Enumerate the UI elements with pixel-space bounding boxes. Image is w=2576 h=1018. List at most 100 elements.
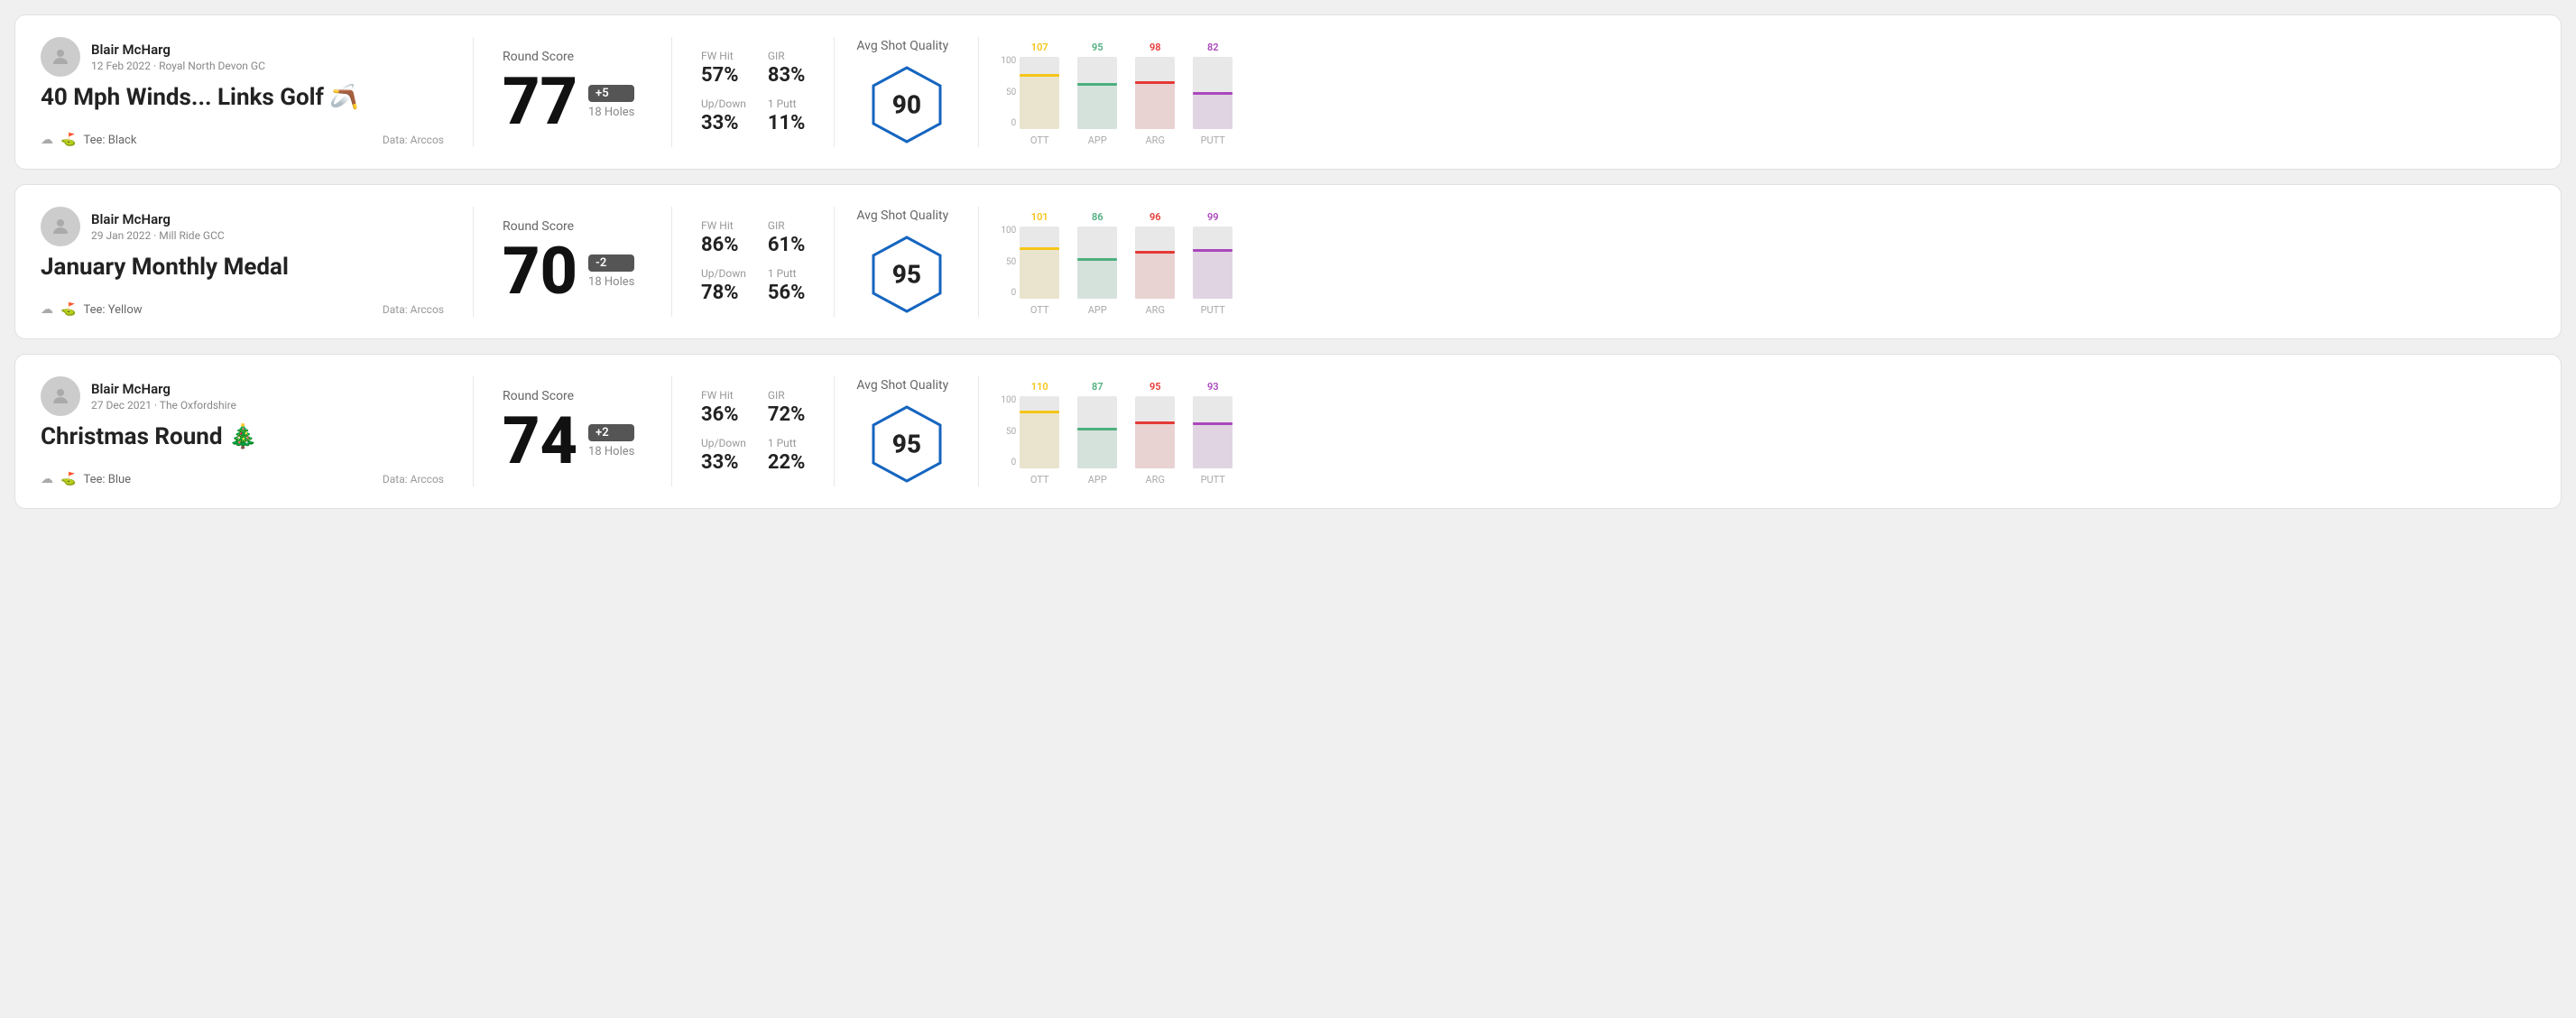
hexagon: 90: [866, 64, 947, 145]
tee-info: ☁ ⛳ Tee: Black: [41, 133, 136, 147]
user-date: 27 Dec 2021 · The Oxfordshire: [91, 399, 236, 412]
stat-value: 83%: [768, 64, 806, 87]
user-name: Blair McHarg: [91, 42, 265, 58]
tee-info: ☁ ⛳ Tee: Blue: [41, 472, 131, 486]
stat-item: Up/Down 33%: [701, 97, 746, 134]
chart-bar-group: 82 PUTT: [1193, 42, 1233, 146]
stat-name: FW Hit: [701, 50, 746, 62]
stat-name: 1 Putt: [768, 97, 806, 110]
stat-item: GIR 83%: [768, 50, 806, 87]
chart-bar-group: 86 APP: [1077, 211, 1117, 316]
user-date: 29 Jan 2022 · Mill Ride GCC: [91, 229, 225, 242]
score-section: Round Score 70 -2 18 Holes: [474, 207, 672, 317]
score-number: 74: [503, 409, 577, 474]
avatar: [41, 207, 80, 246]
score-label: Round Score: [503, 219, 642, 234]
quality-label: Avg Shot Quality: [856, 208, 948, 223]
weather-icon: ☁: [41, 472, 53, 486]
stats-section: FW Hit 36% GIR 72% Up/Down 33% 1 Pu: [672, 376, 835, 486]
chart-bar-group: 93 PUTT: [1193, 381, 1233, 486]
stat-value: 57%: [701, 64, 746, 87]
golf-icon: ⛳: [60, 472, 76, 486]
stat-value: 56%: [768, 282, 806, 304]
chart-bar-group: 87 APP: [1077, 381, 1117, 486]
stat-name: GIR: [768, 389, 806, 402]
stat-value: 78%: [701, 282, 746, 304]
user-name: Blair McHarg: [91, 381, 236, 397]
card-footer: ☁ ⛳ Tee: Blue Data: Arccos: [41, 472, 444, 486]
quality-label: Avg Shot Quality: [856, 39, 948, 53]
weather-icon: ☁: [41, 133, 53, 147]
chart-bar-group: 99 PUTT: [1193, 211, 1233, 316]
quality-label: Avg Shot Quality: [856, 378, 948, 393]
stat-name: FW Hit: [701, 219, 746, 232]
weather-icon: ☁: [41, 302, 53, 317]
data-source: Data: Arccos: [383, 303, 444, 316]
stat-item: FW Hit 57%: [701, 50, 746, 87]
score-section: Round Score 74 +2 18 Holes: [474, 376, 672, 486]
card-footer: ☁ ⛳ Tee: Yellow Data: Arccos: [41, 302, 444, 317]
chart-section: 100 50 0 101 OTT 86 APP 96 ARG: [979, 207, 2535, 317]
score-number: 77: [503, 69, 577, 134]
card-footer: ☁ ⛳ Tee: Black Data: Arccos: [41, 133, 444, 147]
card-left-section: Blair McHarg 12 Feb 2022 · Royal North D…: [41, 37, 474, 147]
tee-label: Tee: Black: [83, 134, 136, 147]
quality-score: 95: [892, 430, 921, 459]
score-holes: 18 Holes: [588, 445, 634, 458]
score-section: Round Score 77 +5 18 Holes: [474, 37, 672, 147]
quality-section: Avg Shot Quality 95: [835, 376, 979, 486]
score-badge: +2: [588, 424, 634, 441]
round-card: Blair McHarg 12 Feb 2022 · Royal North D…: [14, 14, 2562, 170]
chart-section: 100 50 0 110 OTT 87 APP 95 ARG: [979, 376, 2535, 486]
stat-name: Up/Down: [701, 97, 746, 110]
score-label: Round Score: [503, 389, 642, 403]
stat-name: GIR: [768, 50, 806, 62]
score-badge: -2: [588, 255, 634, 272]
chart-bar-group: 95 APP: [1077, 42, 1117, 146]
stat-item: Up/Down 78%: [701, 267, 746, 304]
user-row: Blair McHarg 29 Jan 2022 · Mill Ride GCC: [41, 207, 444, 246]
stat-name: Up/Down: [701, 267, 746, 280]
round-card: Blair McHarg 29 Jan 2022 · Mill Ride GCC…: [14, 184, 2562, 339]
stat-value: 33%: [701, 451, 746, 474]
user-row: Blair McHarg 27 Dec 2021 · The Oxfordshi…: [41, 376, 444, 416]
score-label: Round Score: [503, 50, 642, 64]
chart-bar-group: 110 OTT: [1020, 381, 1059, 486]
stat-value: 11%: [768, 112, 806, 134]
round-card: Blair McHarg 27 Dec 2021 · The Oxfordshi…: [14, 354, 2562, 509]
tee-info: ☁ ⛳ Tee: Yellow: [41, 302, 143, 317]
chart-bar-group: 101 OTT: [1020, 211, 1059, 316]
user-date: 12 Feb 2022 · Royal North Devon GC: [91, 60, 265, 72]
round-title: Christmas Round 🎄: [41, 423, 444, 450]
stat-name: FW Hit: [701, 389, 746, 402]
stat-item: FW Hit 36%: [701, 389, 746, 426]
avatar: [41, 37, 80, 77]
card-left-section: Blair McHarg 27 Dec 2021 · The Oxfordshi…: [41, 376, 474, 486]
stat-item: GIR 61%: [768, 219, 806, 256]
chart-section: 100 50 0 107 OTT 95 APP 98 ARG: [979, 37, 2535, 147]
score-holes: 18 Holes: [588, 275, 634, 289]
score-number: 70: [503, 239, 577, 304]
chart-bar-group: 95 ARG: [1135, 381, 1175, 486]
tee-label: Tee: Yellow: [83, 303, 142, 317]
score-badge: +5: [588, 85, 634, 102]
tee-label: Tee: Blue: [83, 473, 131, 486]
user-name: Blair McHarg: [91, 211, 225, 227]
stat-value: 33%: [701, 112, 746, 134]
card-left-section: Blair McHarg 29 Jan 2022 · Mill Ride GCC…: [41, 207, 474, 317]
golf-icon: ⛳: [60, 302, 76, 317]
stat-value: 36%: [701, 403, 746, 426]
round-title: January Monthly Medal: [41, 254, 444, 281]
stat-value: 61%: [768, 234, 806, 256]
stat-name: 1 Putt: [768, 267, 806, 280]
stat-item: Up/Down 33%: [701, 437, 746, 474]
stat-value: 86%: [701, 234, 746, 256]
stats-section: FW Hit 86% GIR 61% Up/Down 78% 1 Pu: [672, 207, 835, 317]
round-title: 40 Mph Winds... Links Golf 🪃: [41, 84, 444, 111]
golf-icon: ⛳: [60, 133, 76, 147]
hexagon: 95: [866, 234, 947, 315]
stat-item: 1 Putt 56%: [768, 267, 806, 304]
stat-value: 72%: [768, 403, 806, 426]
quality-section: Avg Shot Quality 90: [835, 37, 979, 147]
avatar: [41, 376, 80, 416]
